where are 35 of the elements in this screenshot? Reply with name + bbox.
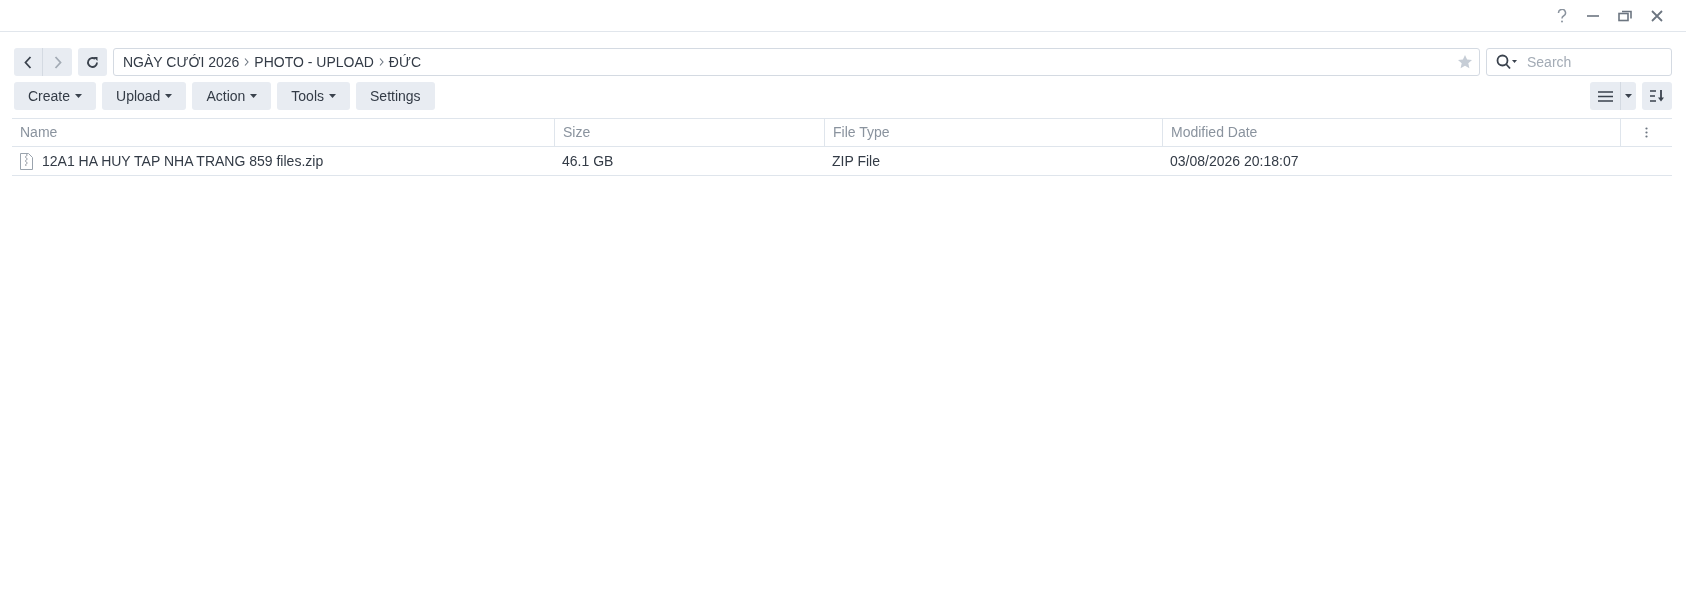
- table-cell-text: 03/08/2026 20:18:07: [1170, 151, 1299, 171]
- search-icon[interactable]: [1496, 54, 1518, 70]
- table-cell-text: 12A1 HA HUY TAP NHA TRANG 859 files.zip: [42, 151, 324, 171]
- dropdown-button[interactable]: Tools: [277, 82, 350, 110]
- table-cell-text: ZIP File: [832, 151, 880, 171]
- refresh-icon: [86, 55, 99, 69]
- caret-icon: [75, 94, 83, 98]
- chevron-left-icon: [24, 55, 32, 69]
- breadcrumb-item[interactable]: NGÀY CƯỚI 2026: [123, 51, 240, 73]
- breadcrumb-item[interactable]: PHOTO - UPLOAD: [254, 51, 374, 73]
- search-field[interactable]: Search: [1486, 48, 1672, 76]
- zip-file-icon: [20, 152, 33, 170]
- dropdown-button[interactable]: Create: [14, 82, 97, 110]
- caret-icon: [329, 94, 336, 98]
- sort-button[interactable]: [1642, 82, 1672, 110]
- caret-icon: [1625, 94, 1632, 98]
- table-cell-text: 46.1 GB: [562, 151, 614, 171]
- restore-icon[interactable]: [1618, 8, 1632, 23]
- breadcrumb-item[interactable]: ĐỨC: [388, 51, 422, 73]
- refresh-button[interactable]: [78, 48, 107, 76]
- star-icon[interactable]: [1457, 54, 1473, 70]
- help-icon[interactable]: [1556, 8, 1568, 23]
- chevron-right-icon: [244, 58, 250, 66]
- caret-icon: [250, 94, 258, 98]
- close-icon[interactable]: [1650, 8, 1664, 23]
- path-bar[interactable]: NGÀY CƯỚI 2026 PHOTO - UPLOAD ĐỨC: [113, 48, 1480, 76]
- toolbar-button[interactable]: Settings: [356, 82, 435, 110]
- chevron-right-icon: [53, 55, 62, 69]
- dropdown-button[interactable]: Upload: [102, 82, 187, 110]
- dropdown-button[interactable]: Action: [192, 82, 272, 110]
- caret-icon: [165, 94, 173, 98]
- chevron-right-icon: [378, 58, 384, 66]
- list-icon: [1597, 90, 1613, 102]
- sort-icon: [1649, 90, 1665, 102]
- more-icon[interactable]: [1645, 127, 1648, 138]
